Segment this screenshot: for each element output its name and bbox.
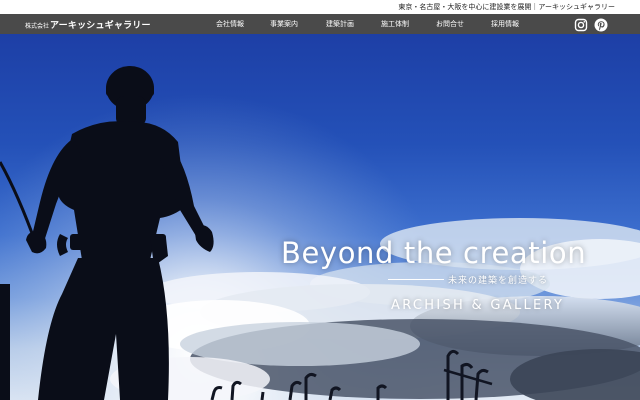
logo-corp-label: 株式会社	[25, 23, 50, 30]
nav-item-construction-system[interactable]: 施工体制	[381, 19, 409, 29]
hero-banner: Beyond the creation 未来の建築を創造する ARCHISH &…	[0, 34, 640, 400]
hero-subtitle: 未来の建築を創造する	[448, 276, 549, 286]
header-tagline: 東京・名古屋・大阪を中心に建設業を展開｜アーキッシュギャラリー	[398, 3, 615, 11]
main-navigation: 株式会社 アーキッシュギャラリー 会社情報 事業案内 建築計画 施工体制 お問合…	[0, 14, 640, 34]
hero-title: Beyond the creation	[281, 236, 587, 270]
hero-background-image	[0, 34, 640, 400]
site-logo[interactable]: 株式会社 アーキッシュギャラリー	[25, 18, 151, 31]
nav-item-recruit[interactable]: 採用情報	[491, 19, 519, 29]
nav-item-company-info[interactable]: 会社情報	[216, 19, 244, 29]
pinterest-icon[interactable]	[594, 17, 608, 32]
nav-item-architecture-plan[interactable]: 建築計画	[326, 19, 354, 29]
nav-item-business[interactable]: 事業案内	[270, 19, 298, 29]
instagram-icon[interactable]	[574, 17, 588, 32]
top-info-bar: 東京・名古屋・大阪を中心に建設業を展開｜アーキッシュギャラリー	[0, 0, 640, 14]
logo-company-name: アーキッシュギャラリー	[50, 21, 151, 31]
nav-item-contact[interactable]: お問合せ	[436, 19, 464, 29]
hero-brand-name: ARCHISH & GALLERY	[391, 298, 565, 313]
hero-subtitle-rule	[388, 279, 444, 280]
